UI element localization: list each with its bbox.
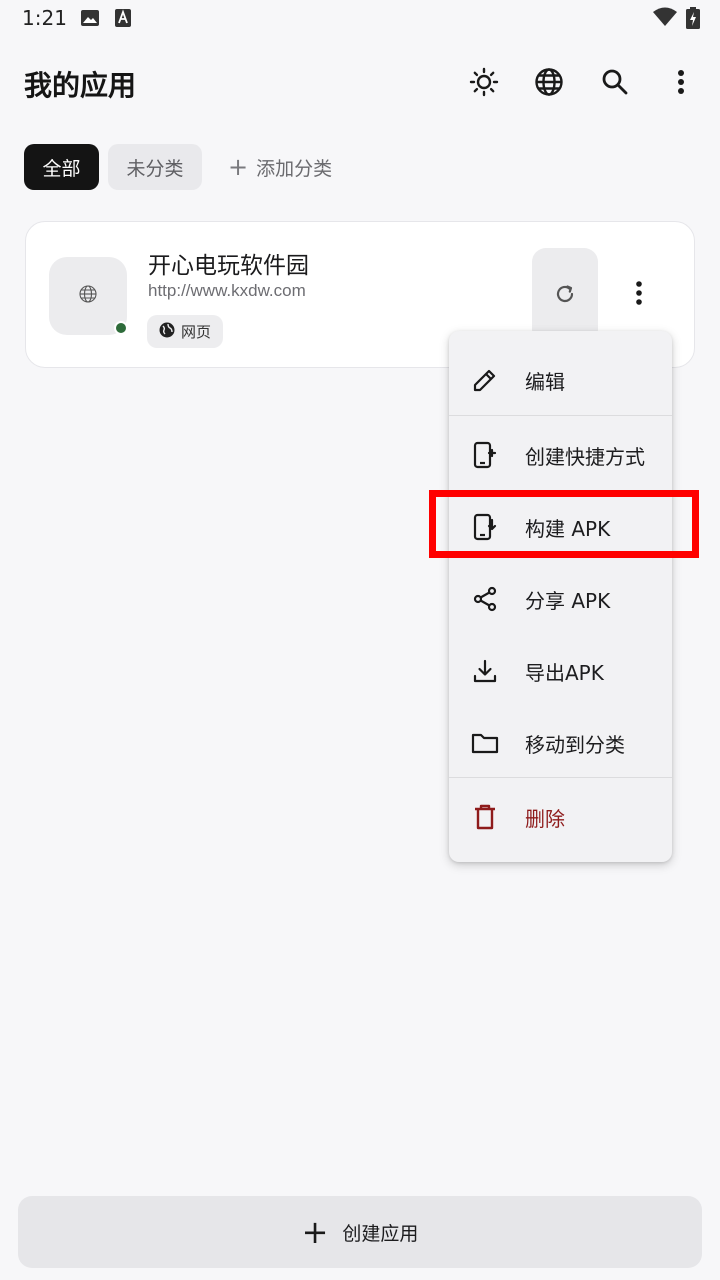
menu-item-export-apk[interactable]: 导出APK <box>449 635 672 707</box>
add-category-button[interactable]: + 添加分类 <box>220 144 350 190</box>
search-button[interactable] <box>593 62 637 106</box>
web-globe-icon <box>77 283 99 309</box>
download-icon <box>471 657 499 685</box>
menu-item-delete[interactable]: 删除 <box>449 781 672 853</box>
status-time: 1:21 <box>22 6 67 30</box>
plus-icon: + <box>301 1213 329 1251</box>
status-bar: 1:21 <box>0 0 720 40</box>
search-icon <box>601 68 629 100</box>
delete-icon <box>471 803 499 831</box>
folder-icon <box>471 729 499 757</box>
more-vert-icon <box>677 69 685 99</box>
status-indicator <box>114 321 128 335</box>
menu-item-move-to-category[interactable]: 移动到分类 <box>449 707 672 779</box>
menu-item-edit[interactable]: 编辑 <box>449 344 672 416</box>
app-type-label: 网页 <box>181 323 212 341</box>
more-vert-icon <box>635 280 643 310</box>
app-context-menu: 编辑 创建快捷方式 构建 APK 分享 APK 导出APK 移动到分类 删除 <box>449 331 672 862</box>
globe-icon <box>534 67 564 101</box>
edit-icon <box>471 366 499 394</box>
menu-item-share-apk[interactable]: 分享 APK <box>449 563 672 635</box>
category-chip-uncategorized[interactable]: 未分类 <box>108 144 202 190</box>
highlight-annotation <box>429 490 699 558</box>
overflow-menu-button[interactable] <box>659 62 703 106</box>
font-icon <box>114 8 132 32</box>
page-title: 我的应用 <box>24 69 137 102</box>
language-button[interactable] <box>527 62 571 106</box>
menu-divider <box>449 415 672 416</box>
theme-toggle-button[interactable] <box>462 62 506 106</box>
wifi-icon <box>652 7 678 31</box>
battery-charging-icon <box>686 7 700 33</box>
menu-item-create-shortcut[interactable]: 创建快捷方式 <box>449 419 672 491</box>
menu-divider <box>449 777 672 778</box>
globe-filled-icon <box>159 322 175 342</box>
app-name: 开心电玩软件园 <box>148 253 309 279</box>
add-category-label: 添加分类 <box>256 157 333 180</box>
create-app-button[interactable]: + 创建应用 <box>18 1196 702 1268</box>
refresh-button[interactable] <box>532 248 598 344</box>
app-card-more-button[interactable] <box>621 275 657 315</box>
create-app-label: 创建应用 <box>342 1222 419 1245</box>
plus-icon: + <box>228 153 249 181</box>
share-icon <box>471 585 499 613</box>
refresh-icon <box>554 283 576 309</box>
image-icon <box>80 8 100 32</box>
app-url: http://www.kxdw.com <box>148 281 306 300</box>
brightness-icon <box>469 67 499 101</box>
app-type-badge: 网页 <box>147 315 224 348</box>
category-chip-all[interactable]: 全部 <box>24 144 99 190</box>
add-shortcut-icon <box>471 441 499 469</box>
